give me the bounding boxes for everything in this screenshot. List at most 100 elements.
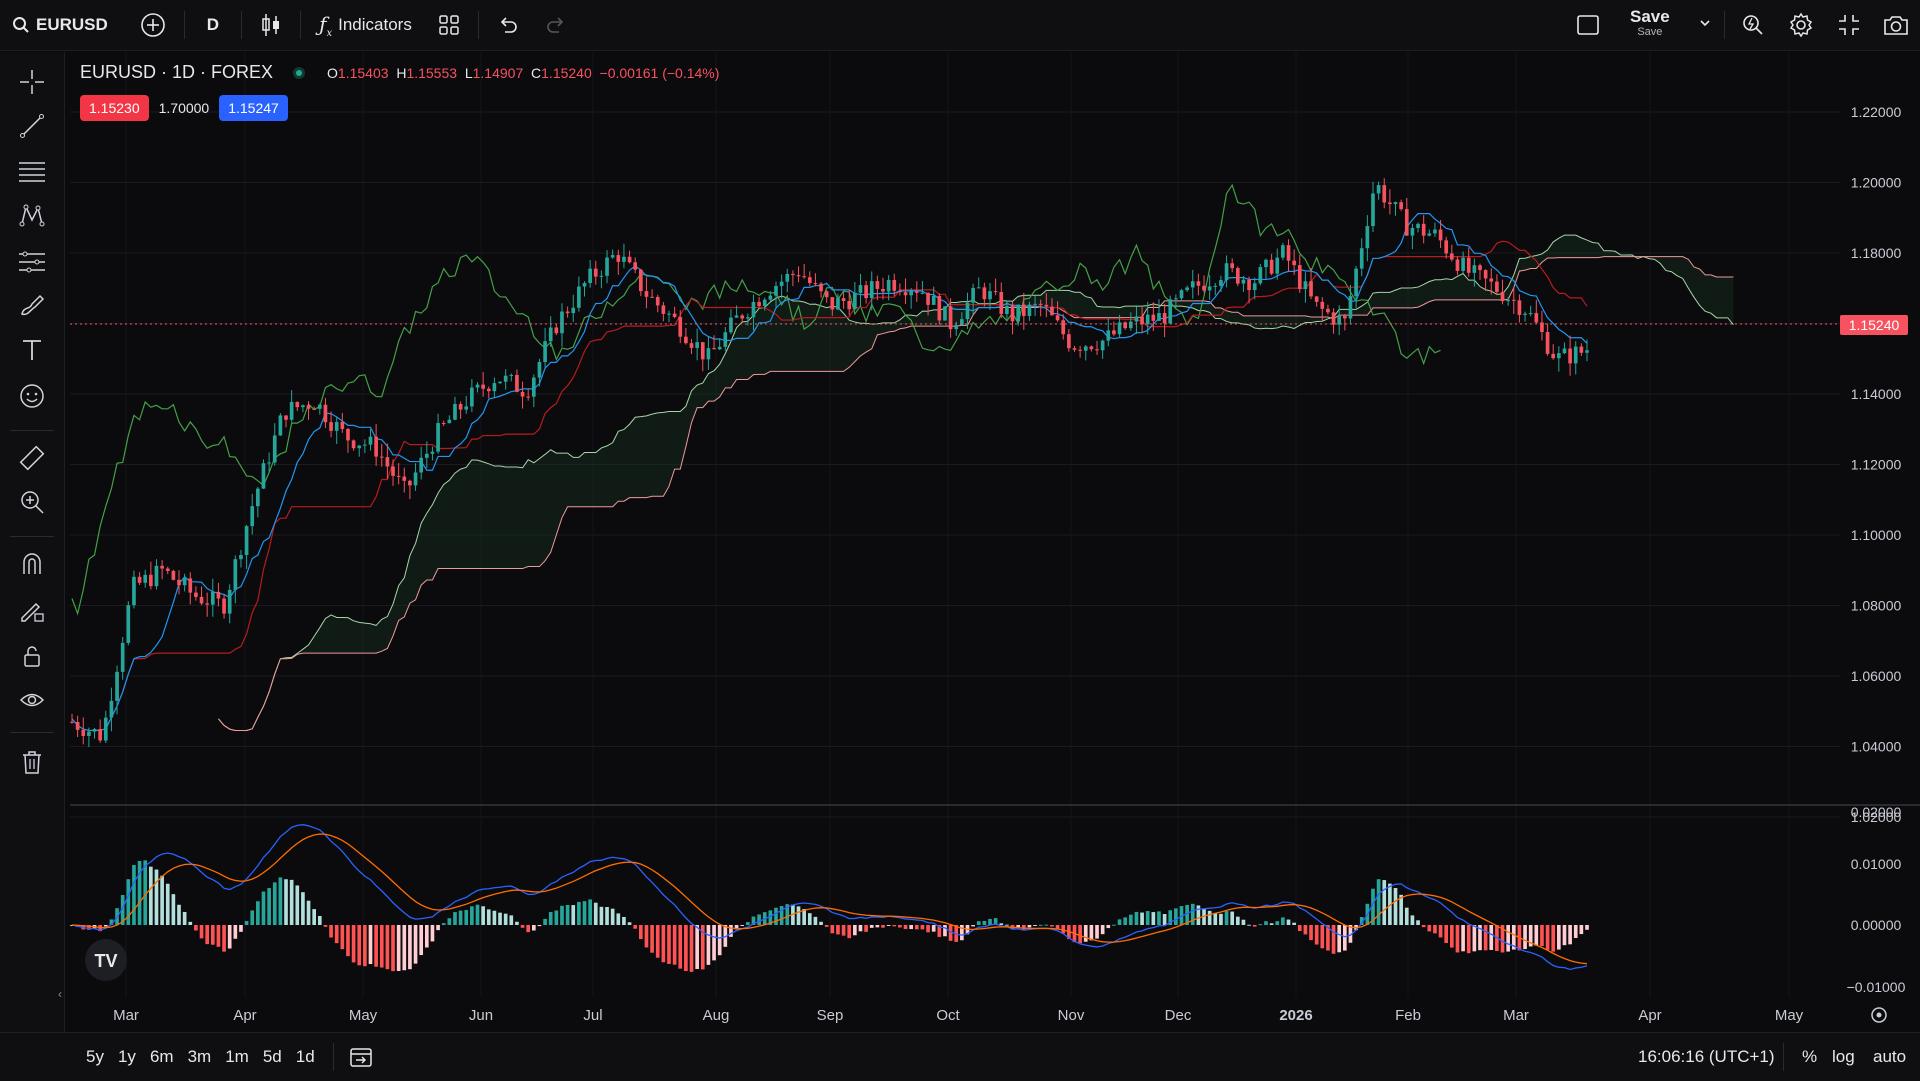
- lock-icon[interactable]: [16, 640, 48, 672]
- emoji-icon[interactable]: [16, 380, 48, 412]
- range-button-6m[interactable]: 6m: [150, 1047, 174, 1067]
- macd-histogram-bar: [1162, 914, 1167, 925]
- candle-body: [98, 728, 102, 741]
- candle-body: [774, 285, 778, 296]
- chevron-down-icon[interactable]: [1698, 16, 1712, 30]
- candle-body: [937, 295, 942, 321]
- candle-body: [430, 451, 435, 454]
- candle-body: [1314, 296, 1319, 302]
- time-tick-label: Oct: [936, 1007, 960, 1024]
- collapse-icon[interactable]: [1836, 12, 1862, 38]
- chart-type-candles-icon[interactable]: [260, 12, 282, 38]
- interval-button[interactable]: D: [207, 0, 219, 50]
- open-value: 1.15403: [337, 64, 389, 81]
- candle-body: [1545, 331, 1550, 354]
- macd-histogram-bar: [909, 925, 913, 930]
- log-toggle[interactable]: log: [1832, 1047, 1855, 1067]
- undo-icon[interactable]: [497, 14, 519, 36]
- symbol-search[interactable]: EURUSD: [12, 0, 108, 50]
- ruler-icon[interactable]: [16, 442, 48, 474]
- candle-body: [684, 336, 688, 344]
- candle-body: [379, 456, 384, 458]
- magnet-icon[interactable]: [16, 548, 48, 580]
- auto-toggle[interactable]: auto: [1873, 1047, 1906, 1067]
- macd-histogram-bar: [1466, 925, 1471, 954]
- macd-histogram-bar: [1112, 924, 1116, 926]
- gear-icon[interactable]: [1788, 12, 1814, 38]
- candle-body: [1247, 279, 1251, 291]
- text-icon[interactable]: [16, 334, 48, 366]
- macd-histogram-bar: [813, 916, 818, 925]
- candle-body: [830, 297, 835, 310]
- macd-histogram-bar: [1241, 919, 1246, 925]
- candle-body: [1134, 316, 1139, 322]
- macd-histogram-bar: [301, 892, 305, 925]
- macd-histogram-bar: [368, 925, 373, 965]
- macd-histogram-bar: [267, 888, 271, 925]
- candle-body: [1444, 240, 1449, 254]
- trash-icon[interactable]: [16, 746, 48, 778]
- percent-toggle[interactable]: %: [1802, 1047, 1817, 1067]
- candle-body: [1297, 265, 1302, 290]
- candle-body: [1016, 304, 1021, 322]
- candle-body: [655, 296, 660, 306]
- sell-price-button[interactable]: 1.15230: [80, 95, 149, 121]
- trend-line-icon[interactable]: [16, 110, 48, 142]
- range-button-3m[interactable]: 3m: [188, 1047, 212, 1067]
- chart-canvas[interactable]: 1.220001.200001.180001.160001.140001.120…: [70, 52, 1920, 1030]
- zoom-in-icon[interactable]: [16, 486, 48, 518]
- candle-body: [233, 559, 238, 590]
- macd-histogram-bar: [458, 910, 463, 925]
- fullscreen-square-icon[interactable]: [1576, 13, 1600, 37]
- clock-timezone[interactable]: 16:06:16 (UTC+1): [1638, 1047, 1775, 1067]
- price-tick-label: 1.12000: [1851, 457, 1902, 473]
- collapse-toolbar-icon[interactable]: ‹: [58, 987, 62, 1001]
- legend-title[interactable]: EURUSD · 1D · FOREX: [80, 62, 273, 83]
- crosshair-icon[interactable]: [16, 66, 48, 98]
- macd-histogram-bar: [520, 925, 525, 928]
- candle-body: [1100, 340, 1105, 351]
- candle-body: [1483, 270, 1488, 279]
- range-button-5y[interactable]: 5y: [86, 1047, 104, 1067]
- range-button-5d[interactable]: 5d: [263, 1047, 282, 1067]
- macd-histogram-bar: [605, 907, 609, 925]
- candle-body: [1196, 281, 1201, 286]
- go-to-date-icon[interactable]: [348, 1045, 374, 1069]
- candle-body: [419, 457, 424, 473]
- macd-histogram-bar: [481, 906, 485, 925]
- macd-histogram-bar: [678, 925, 683, 969]
- candle-body: [481, 384, 485, 389]
- macd-histogram-bar: [1568, 925, 1572, 945]
- candle-body: [520, 391, 525, 397]
- macd-histogram-bar: [1252, 925, 1257, 927]
- candle-body: [712, 348, 716, 350]
- candle-body: [531, 377, 536, 397]
- toolbar-divider: [10, 536, 54, 537]
- fib-lines-icon[interactable]: [16, 156, 48, 188]
- macd-histogram-bar: [824, 925, 829, 927]
- eye-icon[interactable]: [16, 684, 48, 716]
- range-button-1y[interactable]: 1y: [118, 1047, 136, 1067]
- stay-drawing-icon[interactable]: [16, 594, 48, 626]
- brush-icon[interactable]: [16, 290, 48, 322]
- layout-grid-icon[interactable]: [438, 14, 460, 36]
- range-button-1d[interactable]: 1d: [296, 1047, 315, 1067]
- compare-add-icon[interactable]: [140, 12, 166, 38]
- prediction-icon[interactable]: [16, 246, 48, 278]
- candle-body: [267, 462, 271, 464]
- candle-body: [1044, 304, 1049, 307]
- indicators-button[interactable]: ƒx Indicators: [319, 0, 412, 50]
- candle-body: [1320, 301, 1325, 309]
- redo-icon[interactable]: [545, 14, 567, 36]
- camera-icon[interactable]: [1882, 12, 1910, 38]
- save-button[interactable]: Save Save: [1630, 8, 1670, 38]
- macd-histogram-bar: [976, 921, 981, 925]
- macd-histogram-bar: [729, 925, 733, 937]
- candle-body: [1416, 223, 1420, 228]
- range-button-1m[interactable]: 1m: [225, 1047, 249, 1067]
- candle-body: [278, 415, 283, 436]
- pattern-icon[interactable]: [16, 200, 48, 232]
- candle-body: [351, 440, 356, 449]
- quick-search-icon[interactable]: [1740, 12, 1766, 38]
- buy-price-button[interactable]: 1.15247: [219, 95, 288, 121]
